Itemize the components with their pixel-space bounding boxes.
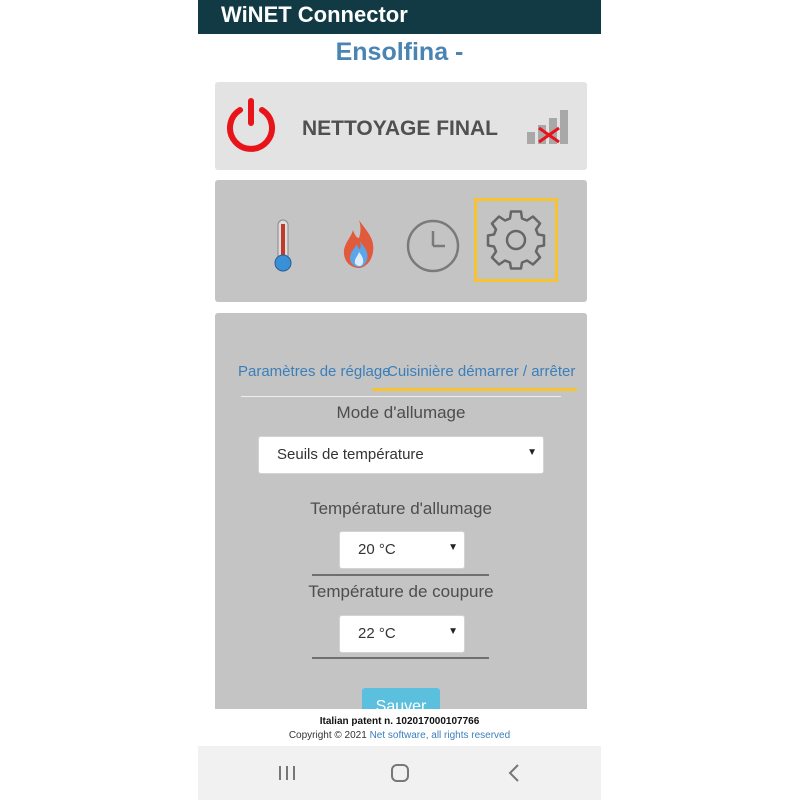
android-nav-bar: [198, 746, 601, 800]
cutoff-temp-value: 22 °C: [358, 625, 396, 642]
dropdown-arrow-icon: ▼: [527, 447, 537, 458]
nav-panel: [215, 180, 587, 302]
nav-settings[interactable]: [474, 198, 558, 282]
settings-panel: Paramètres de réglage Cuisinière démarre…: [215, 313, 587, 733]
cutoff-temp-select[interactable]: 22 °C ▼: [339, 615, 465, 653]
copyright-prefix: Copyright © 2021: [288, 730, 370, 741]
home-button[interactable]: [385, 762, 415, 784]
tab-adjustment-parameters[interactable]: Paramètres de réglage: [238, 363, 391, 380]
ignition-temp-underline: [312, 574, 489, 576]
settings-tabs: Paramètres de réglage Cuisinière démarre…: [215, 359, 587, 399]
phone-screen: WiNET Connector Ensolfina - NETTOYAGE FI…: [198, 0, 601, 800]
signal-disconnected-icon: [525, 106, 577, 146]
ignition-temp-value: 20 °C: [358, 541, 396, 558]
dropdown-arrow-icon: ▼: [448, 626, 458, 637]
cutoff-temp-underline: [312, 657, 489, 659]
clock-icon: [406, 219, 460, 273]
status-panel: NETTOYAGE FINAL: [215, 82, 587, 170]
power-button[interactable]: [223, 96, 279, 154]
dropdown-arrow-icon: ▼: [448, 542, 458, 553]
app-header: WiNET Connector: [198, 0, 601, 34]
thermometer-icon: [274, 219, 292, 272]
recent-apps-button[interactable]: [272, 762, 302, 784]
footer: Italian patent n. 102017000107766 Copyri…: [198, 709, 601, 746]
ignition-mode-value: Seuils de température: [277, 446, 424, 463]
gear-icon: [486, 210, 546, 270]
device-name: Ensolfina -: [335, 38, 464, 66]
tab-stove-start-stop[interactable]: Cuisinière démarrer / arrêter: [387, 363, 575, 380]
home-icon: [391, 764, 409, 782]
nav-temperature[interactable]: [267, 218, 299, 274]
flame-icon: [343, 220, 374, 268]
ignition-mode-label: Mode d'allumage: [336, 403, 466, 422]
active-tab-indicator: [372, 388, 577, 391]
app-title: WiNET Connector: [221, 2, 408, 27]
back-button[interactable]: [500, 762, 530, 784]
ignition-mode-select[interactable]: Seuils de température ▼: [258, 436, 544, 474]
nav-schedule[interactable]: [405, 218, 461, 274]
status-text: NETTOYAGE FINAL: [301, 117, 499, 140]
back-icon: [508, 764, 519, 782]
ignition-temp-select[interactable]: 20 °C ▼: [339, 531, 465, 569]
nav-flame[interactable]: [339, 216, 379, 272]
patent-text: Italian patent n. 102017000107766: [319, 716, 480, 727]
ignition-temp-label: Température d'allumage: [310, 499, 492, 518]
copyright-text: Copyright © 2021 Net software, all right…: [198, 730, 601, 741]
recent-apps-icon: [279, 766, 295, 780]
tab-divider: [241, 396, 561, 397]
power-icon: [227, 98, 275, 152]
net-software-link[interactable]: Net software, all rights reserved: [370, 730, 511, 741]
cutoff-temp-label: Température de coupure: [308, 582, 494, 601]
